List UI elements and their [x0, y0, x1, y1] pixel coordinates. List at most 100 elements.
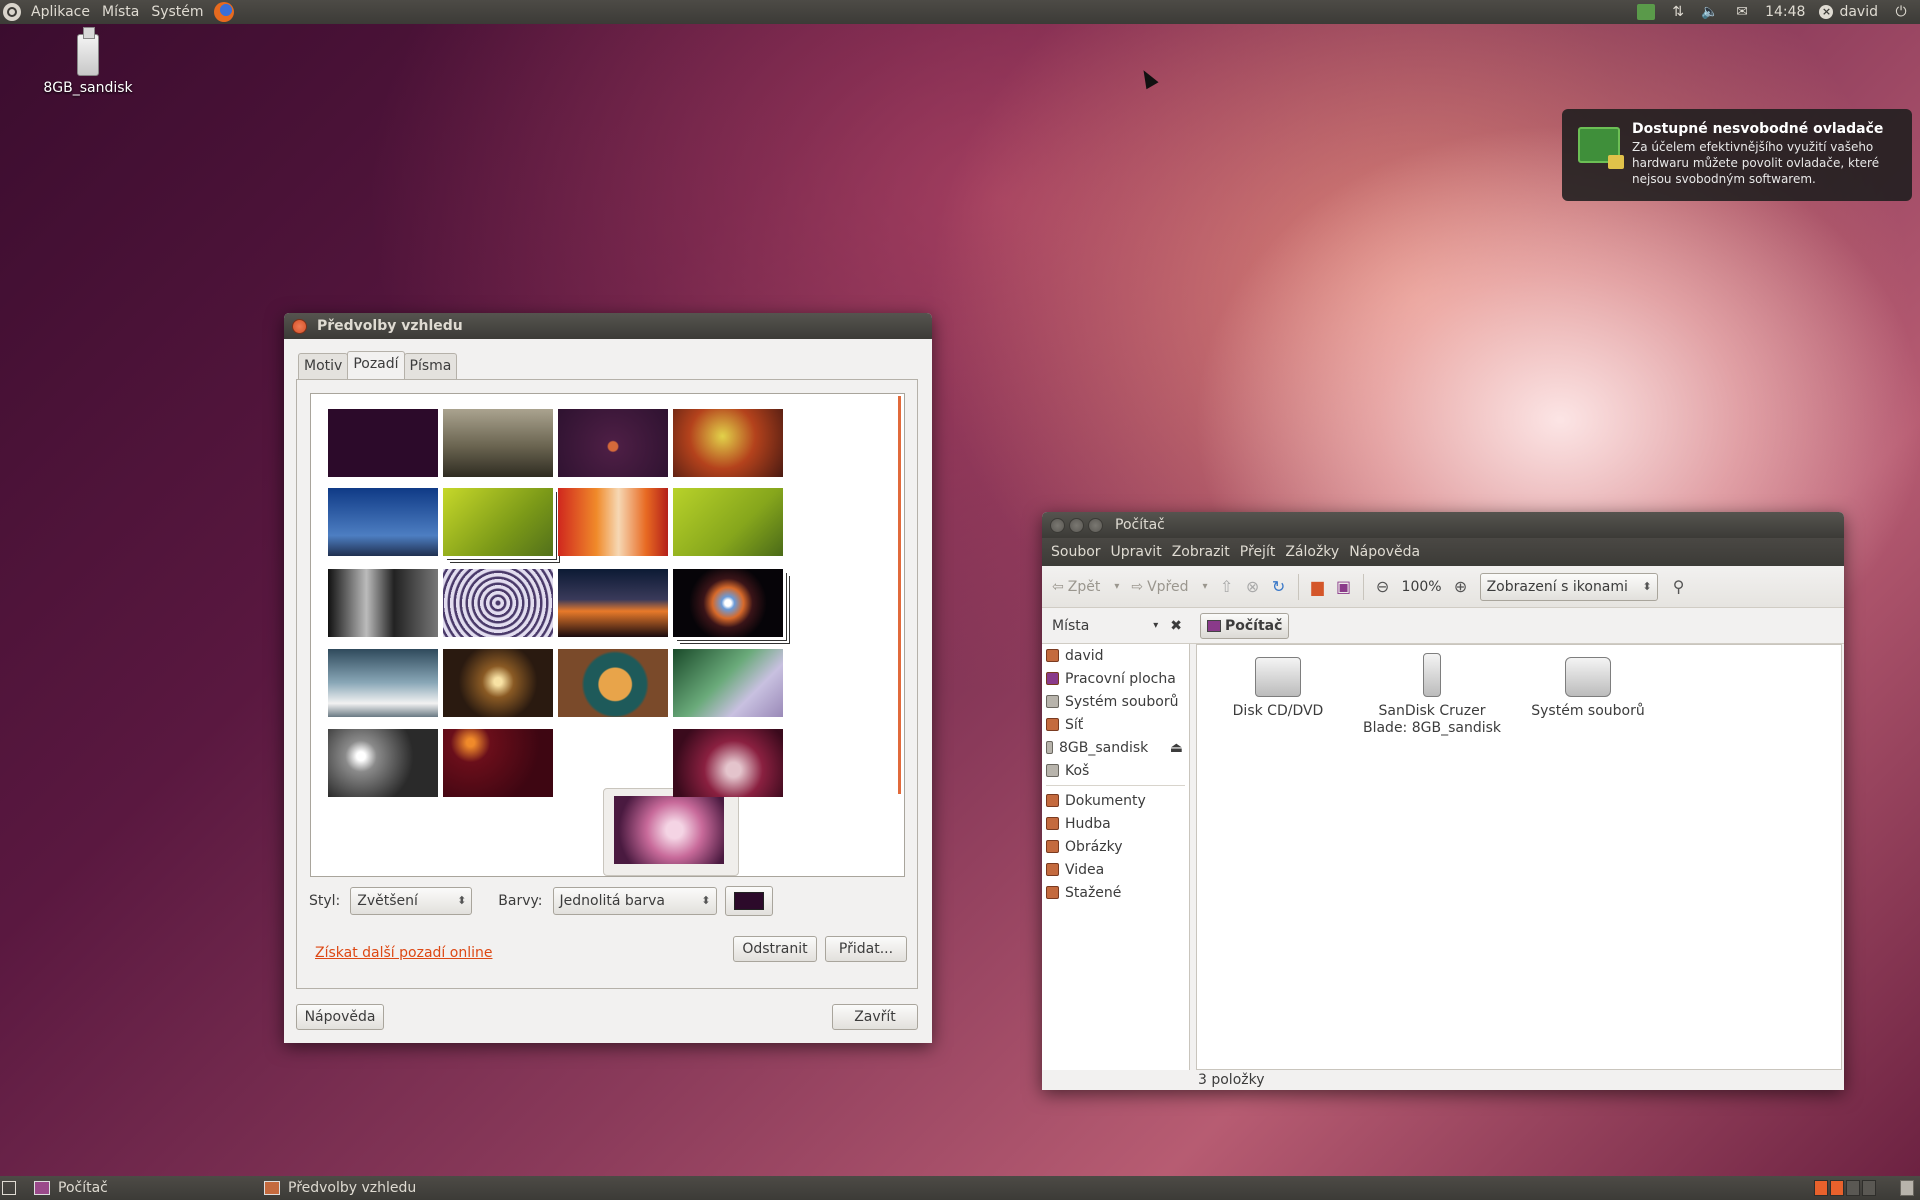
sidebar-item-david[interactable]: david: [1042, 644, 1189, 667]
menu-places[interactable]: Místa: [96, 0, 145, 24]
wallpaper-thumbnail[interactable]: [673, 569, 783, 637]
maximize-icon[interactable]: [1088, 517, 1103, 533]
sidebar-item-trash[interactable]: Koš: [1042, 759, 1189, 782]
volume-icon[interactable]: 🔈: [1701, 4, 1719, 20]
wallpaper-thumbnail[interactable]: [558, 649, 668, 717]
wallpaper-thumbnail-selected[interactable]: [614, 796, 724, 864]
places-selector[interactable]: Místa: [1052, 618, 1089, 634]
wallpaper-thumbnail[interactable]: [443, 649, 553, 717]
wallpaper-thumbnail[interactable]: [443, 729, 553, 797]
menu-bookmarks[interactable]: Záložky: [1280, 544, 1344, 560]
file-item-cd-dvd[interactable]: Disk CD/DVD: [1203, 647, 1353, 720]
tab-bar: Motiv Pozadí Písma: [298, 351, 458, 379]
sidebar-item-desktop[interactable]: Pracovní plocha: [1042, 667, 1189, 690]
sidebar-item-music[interactable]: Hudba: [1042, 812, 1189, 835]
close-icon[interactable]: [1050, 517, 1065, 533]
menu-help[interactable]: Nápověda: [1344, 544, 1425, 560]
sidebar-item-network[interactable]: Síť: [1042, 713, 1189, 736]
sidebar-item-label: Síť: [1065, 716, 1084, 733]
style-combo[interactable]: Zvětšení: [350, 887, 473, 915]
minimize-icon[interactable]: [1069, 517, 1084, 533]
file-item-usb[interactable]: SanDisk Cruzer Blade: 8GB_sandisk: [1357, 647, 1507, 737]
wallpaper-thumbnail[interactable]: [328, 569, 438, 637]
reload-icon[interactable]: ↻: [1268, 576, 1290, 598]
menu-go[interactable]: Přejít: [1235, 544, 1281, 560]
file-manager-titlebar[interactable]: Počítač: [1042, 512, 1844, 538]
close-icon[interactable]: [292, 318, 307, 334]
show-desktop-icon[interactable]: [2, 1181, 16, 1195]
network-icon[interactable]: ⇅: [1669, 4, 1687, 20]
menu-edit[interactable]: Upravit: [1106, 544, 1167, 560]
zoom-in-icon[interactable]: ⊕: [1450, 576, 1472, 598]
wallpaper-thumbnail[interactable]: [328, 488, 438, 556]
sidebar-item-pictures[interactable]: Obrázky: [1042, 835, 1189, 858]
add-button[interactable]: Přidat...: [825, 936, 907, 962]
wallpaper-thumbnail[interactable]: [673, 729, 783, 797]
tab-theme[interactable]: Motiv: [298, 353, 349, 379]
sidebar-item-filesystem[interactable]: Systém souborů: [1042, 690, 1189, 713]
taskbar-item-computer[interactable]: Počítač: [24, 1177, 214, 1199]
close-button[interactable]: Zavřít: [832, 1004, 918, 1030]
workspace-1[interactable]: [1814, 1180, 1828, 1196]
mail-icon[interactable]: ✉: [1733, 4, 1751, 20]
wallpaper-thumbnail[interactable]: [558, 488, 668, 556]
menu-file[interactable]: Soubor: [1046, 544, 1106, 560]
computer-icon[interactable]: ▣: [1333, 576, 1355, 598]
close-sidebar-icon[interactable]: ✖: [1170, 618, 1182, 634]
wallpaper-thumbnail[interactable]: [673, 488, 783, 556]
user-name: david: [1839, 4, 1878, 20]
sidebar-item-downloads[interactable]: Stažené: [1042, 881, 1189, 904]
scrollbar[interactable]: [898, 396, 901, 794]
help-button[interactable]: Nápověda: [296, 1004, 384, 1030]
zoom-level[interactable]: 100%: [1398, 579, 1446, 595]
tab-fonts[interactable]: Písma: [403, 353, 458, 379]
sidebar-item-documents[interactable]: Dokumenty: [1042, 789, 1189, 812]
tab-background[interactable]: Pozadí: [347, 351, 405, 379]
color-picker-button[interactable]: [724, 886, 773, 916]
remove-button[interactable]: Odstranit: [733, 936, 817, 962]
home-folder-icon[interactable]: ▆: [1307, 576, 1329, 598]
forward-button[interactable]: ⇨ Vpřed ▾: [1127, 579, 1211, 595]
chevron-down-icon[interactable]: ▾: [1153, 620, 1158, 631]
desktop-icon-usb[interactable]: 8GB_sandisk: [30, 27, 146, 96]
menu-applications[interactable]: Aplikace: [25, 0, 96, 24]
sidebar-item-usb[interactable]: 8GB_sandisk ⏏: [1042, 736, 1189, 759]
wallpaper-thumbnail[interactable]: [328, 649, 438, 717]
workspace-2[interactable]: [1830, 1180, 1844, 1196]
appearance-titlebar[interactable]: Předvolby vzhledu: [284, 313, 932, 339]
home-folder-icon: [1046, 649, 1059, 662]
wallpaper-thumbnail[interactable]: [328, 729, 438, 797]
hardware-drivers-icon[interactable]: [1637, 4, 1656, 20]
file-item-filesystem[interactable]: Systém souborů: [1513, 647, 1663, 720]
wallpaper-thumbnail[interactable]: [673, 409, 783, 477]
power-icon[interactable]: ⏻: [1892, 4, 1910, 20]
taskbar-item-appearance[interactable]: Předvolby vzhledu: [254, 1177, 444, 1199]
path-button-computer[interactable]: Počítač: [1200, 612, 1290, 639]
search-icon[interactable]: ⚲: [1668, 576, 1690, 598]
eject-icon[interactable]: ⏏: [1170, 740, 1183, 756]
wallpaper-thumbnail[interactable]: [673, 649, 783, 717]
sidebar-item-videos[interactable]: Videa: [1042, 858, 1189, 881]
firefox-launcher-icon[interactable]: [213, 2, 234, 22]
colors-combo[interactable]: Jednolitá barva: [552, 887, 717, 915]
wallpaper-thumbnail[interactable]: [443, 488, 553, 556]
up-arrow-icon[interactable]: ⇧: [1216, 576, 1238, 598]
clock[interactable]: 14:48: [1765, 4, 1805, 20]
zoom-out-icon[interactable]: ⊖: [1372, 576, 1394, 598]
stop-icon[interactable]: ⊗: [1242, 576, 1264, 598]
back-button[interactable]: ⇦ Zpět ▾: [1048, 579, 1123, 595]
user-menu[interactable]: × david: [1819, 4, 1878, 20]
ubuntu-logo-icon[interactable]: [3, 3, 21, 21]
menu-system[interactable]: Systém: [145, 0, 209, 24]
workspace-3[interactable]: [1846, 1180, 1860, 1196]
menu-view[interactable]: Zobrazit: [1167, 544, 1235, 560]
view-mode-combo[interactable]: Zobrazení s ikonami: [1479, 572, 1658, 601]
wallpaper-thumbnail[interactable]: [443, 409, 553, 477]
trash-icon[interactable]: [1900, 1180, 1914, 1196]
wallpaper-thumbnail[interactable]: [443, 569, 553, 637]
workspace-4[interactable]: [1862, 1180, 1876, 1196]
wallpaper-thumbnail[interactable]: [328, 409, 438, 477]
get-more-backgrounds-link[interactable]: Získat další pozadí online: [315, 945, 492, 961]
wallpaper-thumbnail[interactable]: [558, 569, 668, 637]
wallpaper-thumbnail[interactable]: [558, 409, 668, 477]
